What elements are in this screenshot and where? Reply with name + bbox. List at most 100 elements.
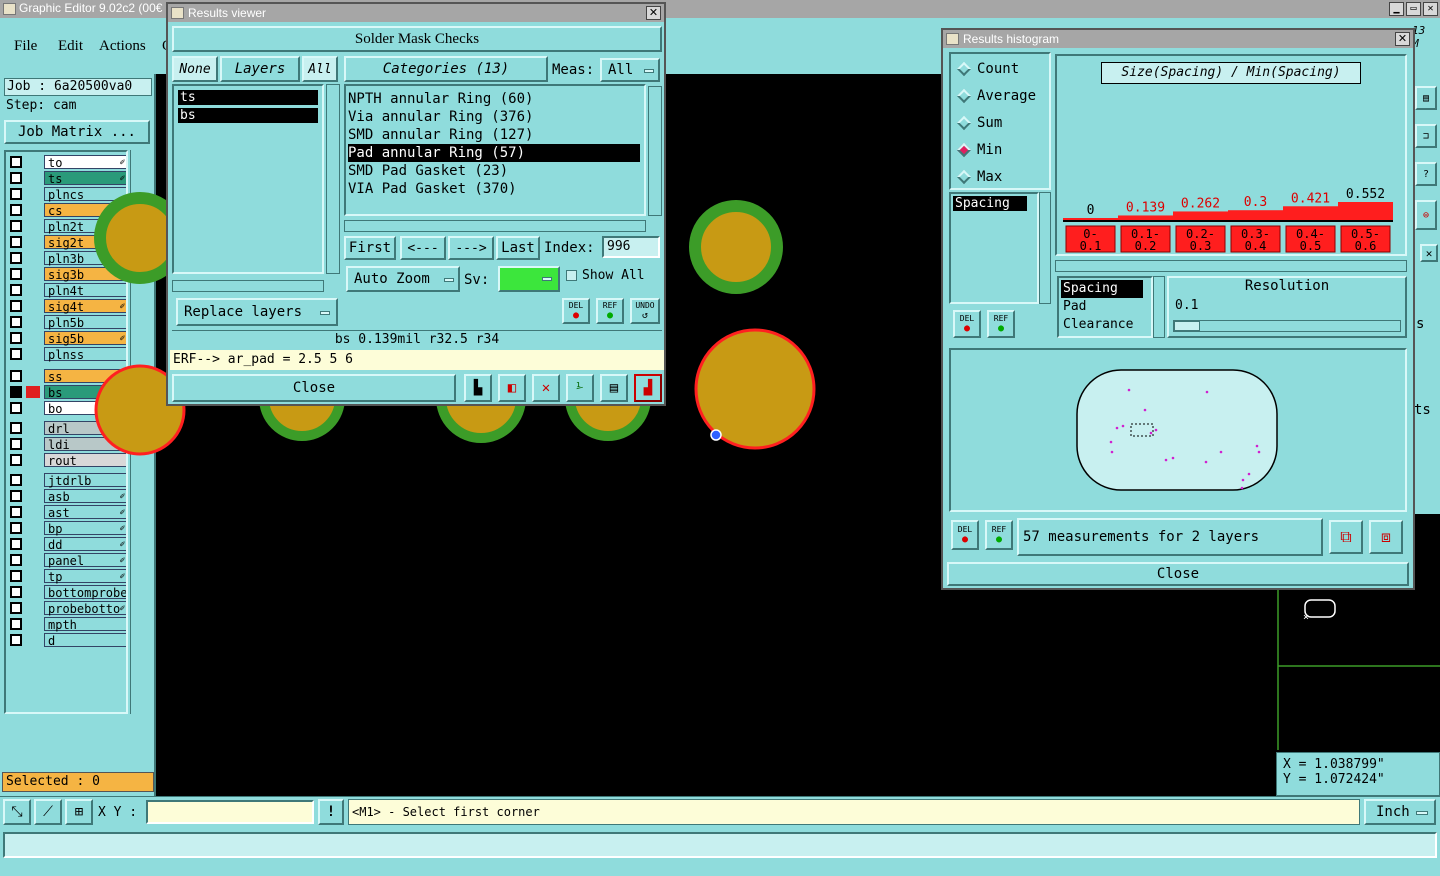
last-button[interactable]: Last <box>496 236 540 260</box>
measure-spacing[interactable]: Spacing <box>953 196 1027 211</box>
measure-icon[interactable]: ⟋ <box>34 799 62 825</box>
mode-radio-count[interactable]: Count <box>951 60 1047 80</box>
replace-layers-select[interactable]: Replace layers <box>176 298 338 326</box>
histogram-title-bar: Results histogram ✕ <box>943 30 1413 48</box>
category-hscroll[interactable] <box>344 220 646 232</box>
meas-label: Meas: <box>552 62 595 78</box>
undo-button[interactable]: UNDO ↺ <box>630 298 660 324</box>
histogram-bar[interactable] <box>1338 202 1393 220</box>
layer-select-list[interactable]: ts bs <box>172 84 324 274</box>
categories-button[interactable]: Categories (13) <box>344 56 548 82</box>
preview-del-button[interactable]: DEL ● <box>951 520 979 550</box>
right-tool-4[interactable]: ⊜ <box>1415 200 1437 230</box>
highlight-icon[interactable]: ▙ <box>464 374 492 402</box>
type-clearance[interactable]: Clearance <box>1061 316 1149 334</box>
units-select[interactable]: Inch <box>1364 799 1436 825</box>
histogram-close-button[interactable]: Close <box>947 562 1409 586</box>
histogram-bar[interactable] <box>1118 215 1173 220</box>
type-spacing[interactable]: Spacing <box>1061 280 1143 298</box>
category-item[interactable]: Pad annular Ring (57) <box>348 144 640 162</box>
mode-radio-sum[interactable]: Sum <box>951 114 1047 134</box>
zoom-select-icon[interactable]: ⧉ <box>1329 520 1363 554</box>
status-line: bs 0.139mil r32.5 r34 <box>172 330 662 348</box>
prompt-text: <M1> - Select first corner <box>352 805 540 819</box>
category-item[interactable]: SMD annular Ring (127) <box>348 126 642 144</box>
first-button[interactable]: First <box>344 236 396 260</box>
auto-zoom-select[interactable]: Auto Zoom <box>346 266 460 292</box>
type-list[interactable]: Spacing Pad Clearance <box>1057 276 1153 338</box>
layers-button[interactable]: Layers <box>220 56 300 82</box>
right-tool-1[interactable]: ▤ <box>1415 86 1437 110</box>
hist-ref-button[interactable]: REF ● <box>987 310 1015 338</box>
histogram-icon[interactable]: ▟ <box>634 374 662 402</box>
histogram-close-icon[interactable]: ✕ <box>1395 32 1410 46</box>
info-button[interactable]: ! <box>318 799 344 825</box>
slider-thumb[interactable] <box>1174 321 1200 331</box>
right-tool-3[interactable]: ? <box>1415 162 1437 186</box>
right-tool-2[interactable]: ⊐ <box>1415 124 1437 148</box>
del-button[interactable]: DEL ● <box>562 298 590 324</box>
show-all-checkbox[interactable] <box>566 270 577 281</box>
layer-list-vscroll[interactable] <box>326 84 340 274</box>
radio-icon[interactable] <box>956 169 972 185</box>
layer-select-ts[interactable]: ts <box>178 90 318 105</box>
sv-color-select[interactable] <box>498 266 560 292</box>
command-line[interactable] <box>3 832 1437 858</box>
type-pad[interactable]: Pad <box>1061 298 1149 316</box>
resolution-label: Resolution <box>1244 278 1330 294</box>
close-button[interactable]: Close <box>172 374 456 402</box>
meas-select[interactable]: All <box>600 58 660 82</box>
histogram-bar[interactable] <box>1228 210 1283 220</box>
export-icon[interactable]: ◧ <box>498 374 526 402</box>
right-close-2[interactable]: ✕ <box>1420 244 1438 262</box>
resolution-value: 0.1 <box>1175 298 1199 313</box>
compare-icon[interactable]: ⅟ <box>566 374 594 402</box>
replace-layers-label: Replace layers <box>184 304 303 320</box>
measure-vscroll[interactable] <box>1039 192 1051 304</box>
histogram-bar[interactable] <box>1063 218 1118 220</box>
index-input[interactable]: 996 <box>602 236 660 258</box>
snap-icon[interactable]: ⤡ <box>3 799 31 825</box>
results-viewer-close-icon[interactable]: ✕ <box>646 6 661 20</box>
zoom-fit-icon[interactable]: ⧈ <box>1369 520 1403 554</box>
category-item[interactable]: Via annular Ring (376) <box>348 108 642 126</box>
ref-button[interactable]: REF ● <box>596 298 624 324</box>
radio-icon[interactable] <box>956 142 972 158</box>
report-icon[interactable]: ▤ <box>600 374 628 402</box>
layer-select-bs[interactable]: bs <box>178 108 318 123</box>
measure-list[interactable]: Spacing <box>949 192 1039 304</box>
category-list[interactable]: NPTH annular Ring (60) Via annular Ring (… <box>344 84 646 216</box>
none-button[interactable]: None <box>172 56 218 82</box>
radio-icon[interactable] <box>956 88 972 104</box>
mode-radio-average[interactable]: Average <box>951 87 1047 107</box>
radio-icon[interactable] <box>956 61 972 77</box>
histogram-hscroll[interactable] <box>1055 260 1407 272</box>
remove-icon[interactable]: ✕ <box>532 374 560 402</box>
resolution-slider[interactable] <box>1173 320 1401 332</box>
category-item[interactable]: NPTH annular Ring (60) <box>348 90 642 108</box>
preview-ref-button[interactable]: REF ● <box>985 520 1013 550</box>
radio-icon[interactable] <box>956 115 972 131</box>
bin-label: 0.3 <box>1190 239 1212 253</box>
histogram-bar[interactable] <box>1173 211 1228 220</box>
measurement-summary: 57 measurements for 2 layers <box>1017 518 1323 556</box>
xy-input[interactable] <box>146 800 314 824</box>
cursor-marker <box>710 429 722 441</box>
show-all-label: Show All <box>582 268 645 283</box>
category-vscroll[interactable] <box>648 86 662 216</box>
grid-icon[interactable]: ⊞ <box>65 799 93 825</box>
dropdown-icon <box>1416 811 1428 815</box>
histogram-bar[interactable] <box>1283 206 1338 220</box>
layer-list-hscroll[interactable] <box>172 280 324 292</box>
category-item[interactable]: VIA Pad Gasket (370) <box>348 180 642 198</box>
all-button[interactable]: All <box>302 56 338 82</box>
type-vscroll[interactable] <box>1153 276 1165 338</box>
category-item[interactable]: SMD Pad Gasket (23) <box>348 162 642 180</box>
hist-del-button[interactable]: DEL ● <box>953 310 981 338</box>
bin-label: 0.4 <box>1245 239 1267 253</box>
mode-radio-max[interactable]: Max <box>951 168 1047 188</box>
resolution-panel: Resolution 0.1 <box>1167 276 1407 338</box>
next-button[interactable]: ---> <box>448 236 494 260</box>
prev-button[interactable]: <--- <box>400 236 446 260</box>
mode-radio-min[interactable]: Min <box>951 141 1047 161</box>
